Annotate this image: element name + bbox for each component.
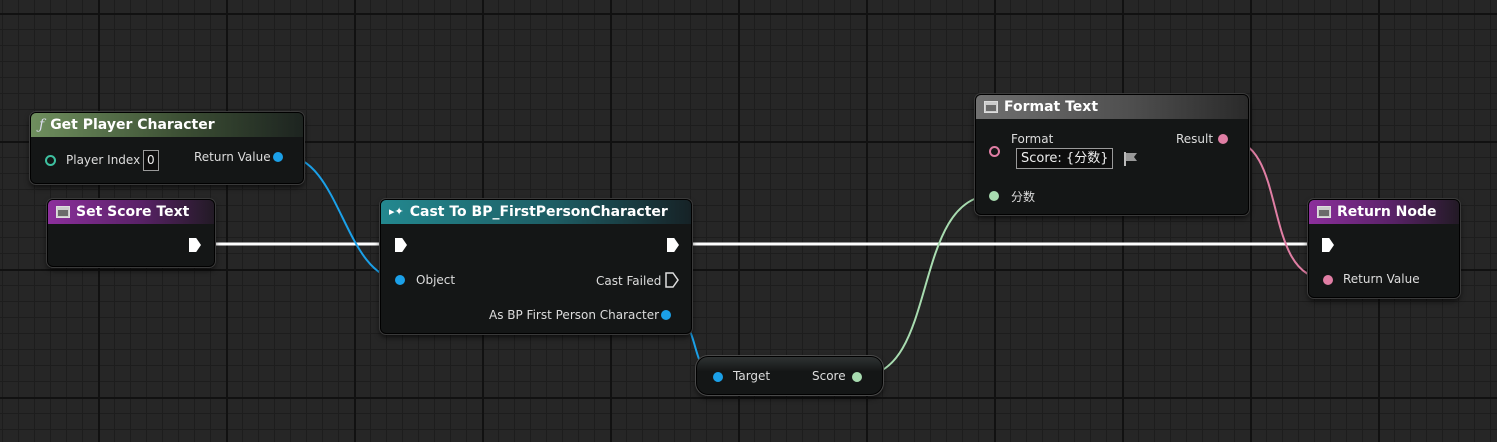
as-character-pin[interactable] bbox=[661, 310, 671, 320]
return-value-label: Return Value bbox=[194, 150, 271, 164]
exec-in-pin[interactable] bbox=[395, 238, 407, 252]
return-value-pin[interactable] bbox=[273, 152, 283, 162]
node-title: Get Player Character bbox=[50, 117, 215, 133]
node-title: Cast To BP_FirstPersonCharacter bbox=[409, 204, 668, 220]
function-icon: ƒ bbox=[39, 117, 45, 133]
node-set-score-text[interactable]: Set Score Text bbox=[47, 199, 215, 267]
score-pin[interactable] bbox=[852, 372, 862, 382]
result-label: Result bbox=[1176, 132, 1214, 146]
return-value-label: Return Value bbox=[1343, 272, 1420, 286]
node-cast-to[interactable]: ▸✦ Cast To BP_FirstPersonCharacter Objec… bbox=[380, 199, 692, 334]
score-label: Score bbox=[812, 369, 846, 383]
window-icon bbox=[1317, 206, 1331, 218]
as-character-label: As BP First Person Character bbox=[489, 308, 660, 322]
node-format-text[interactable]: Format Text Format Score: {分数} Result 分数 bbox=[975, 94, 1249, 215]
node-title: Return Node bbox=[1337, 204, 1437, 220]
node-header: Format Text bbox=[976, 95, 1248, 119]
node-score-getter[interactable]: Target Score bbox=[696, 356, 883, 395]
exec-out-pin[interactable] bbox=[189, 238, 201, 252]
node-header: Set Score Text bbox=[48, 200, 214, 224]
window-icon bbox=[56, 206, 70, 218]
target-pin[interactable] bbox=[713, 372, 723, 382]
format-pin[interactable] bbox=[989, 146, 1000, 157]
format-input[interactable]: Score: {分数} bbox=[1016, 148, 1114, 169]
cast-failed-label: Cast Failed bbox=[596, 274, 662, 288]
return-value-pin[interactable] bbox=[1323, 275, 1333, 285]
node-header: Return Node bbox=[1309, 200, 1459, 224]
player-index-pin[interactable] bbox=[45, 155, 56, 166]
flag-icon[interactable] bbox=[1123, 151, 1139, 167]
cast-icon: ▸✦ bbox=[389, 205, 404, 218]
target-label: Target bbox=[733, 369, 771, 383]
node-title: Format Text bbox=[1004, 99, 1099, 115]
node-header: ▸✦ Cast To BP_FirstPersonCharacter bbox=[381, 200, 691, 224]
object-pin[interactable] bbox=[395, 275, 405, 285]
player-index-label: Player Index bbox=[66, 153, 141, 167]
window-icon bbox=[984, 101, 998, 113]
node-get-player-character[interactable]: ƒ Get Player Character Player Index 0 Re… bbox=[30, 112, 304, 184]
wire-score-to-arg[interactable] bbox=[859, 194, 995, 377]
node-header: ƒ Get Player Character bbox=[31, 113, 303, 137]
node-title: Set Score Text bbox=[76, 204, 190, 220]
player-index-input[interactable]: 0 bbox=[143, 150, 159, 171]
arg-label: 分数 bbox=[1011, 190, 1036, 204]
object-label: Object bbox=[416, 273, 456, 287]
exec-out-pin[interactable] bbox=[667, 238, 679, 252]
result-pin[interactable] bbox=[1218, 134, 1228, 144]
cast-failed-exec-pin[interactable] bbox=[665, 272, 679, 288]
arg-pin[interactable] bbox=[989, 191, 999, 201]
node-return[interactable]: Return Node Return Value bbox=[1308, 199, 1460, 298]
exec-in-pin[interactable] bbox=[1322, 238, 1334, 252]
format-label: Format bbox=[1011, 132, 1054, 146]
